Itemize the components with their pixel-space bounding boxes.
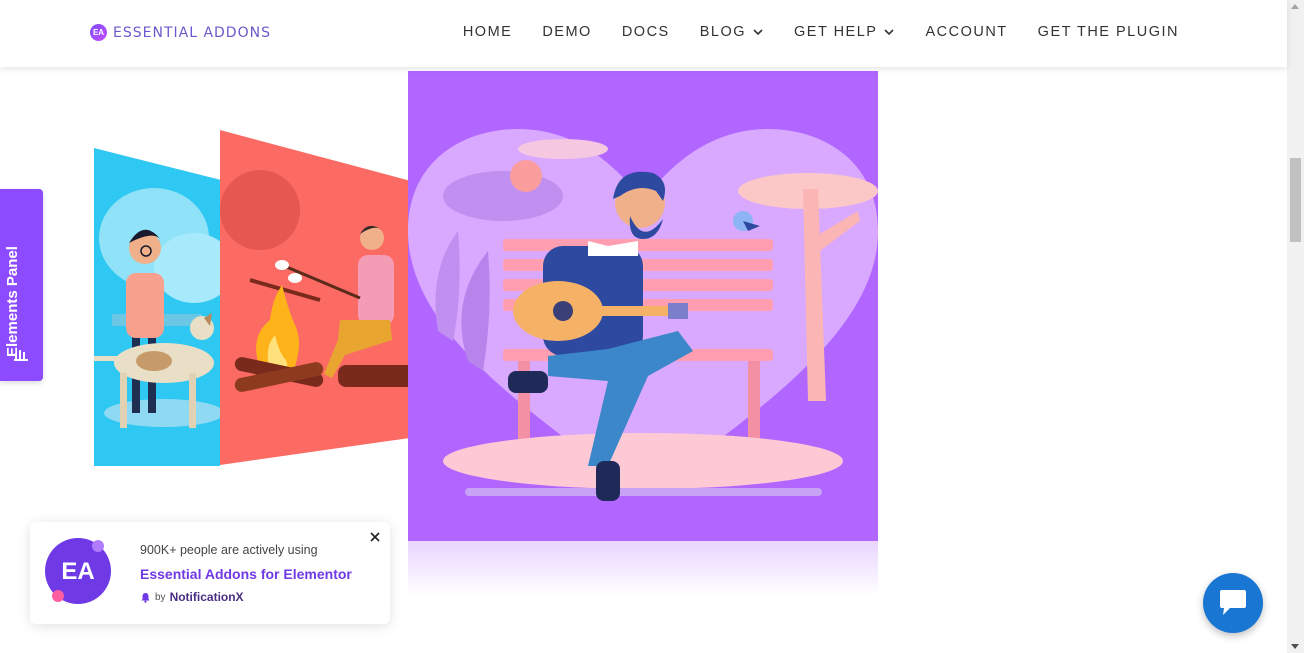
chat-button[interactable] xyxy=(1203,573,1263,633)
site-header: EA ESSENTIAL ADDONS HOME DEMO DOCS BLOG … xyxy=(0,0,1287,67)
notification-by-label: by xyxy=(155,591,166,603)
bell-icon xyxy=(141,592,150,603)
nav-home-label: HOME xyxy=(462,24,513,40)
nav-get-help[interactable]: GET HELP xyxy=(794,24,895,40)
close-icon[interactable] xyxy=(369,531,381,543)
page-scrollbar[interactable] xyxy=(1287,0,1304,653)
logo-badge-icon: EA xyxy=(90,24,107,41)
scroll-down-arrow-icon[interactable] xyxy=(1291,644,1299,649)
elements-panel-label: Elements Panel xyxy=(4,246,21,357)
logo-text: ESSENTIAL ADDONS xyxy=(113,24,271,41)
notification-brand[interactable]: by NotificationX xyxy=(140,590,244,604)
nav-account[interactable]: ACCOUNT xyxy=(925,24,1007,40)
nav-get-help-label: GET HELP xyxy=(794,24,878,40)
nav-home[interactable]: HOME xyxy=(463,24,513,40)
chevron-down-icon xyxy=(753,29,763,36)
bar-chart-icon xyxy=(14,350,28,361)
chevron-down-icon xyxy=(884,29,895,36)
nav-demo-label: DEMO xyxy=(542,24,592,40)
nav-get-plugin[interactable]: GET THE PLUGIN xyxy=(1038,24,1179,40)
scrollbar-thumb[interactable] xyxy=(1290,158,1301,242)
illustration-campfire xyxy=(220,130,408,465)
guitarist-illustration xyxy=(408,129,878,501)
notificationx-brand-label: NotificationX xyxy=(169,590,244,604)
notification-product-link[interactable]: Essential Addons for Elementor xyxy=(140,566,352,582)
nav-docs-label: DOCS xyxy=(621,24,670,40)
scroll-up-arrow-icon[interactable] xyxy=(1291,4,1299,9)
nav-blog-label: BLOG xyxy=(699,24,747,40)
nav-account-label: ACCOUNT xyxy=(925,24,1008,40)
svg-text:EA: EA xyxy=(61,558,94,585)
illustration-guitarist xyxy=(408,71,878,541)
illustration-boy-dog xyxy=(94,148,220,466)
boy-dog-illustration xyxy=(94,188,220,428)
site-logo[interactable]: EA ESSENTIAL ADDONS xyxy=(90,24,271,41)
nav-blog[interactable]: BLOG xyxy=(700,24,764,40)
chat-bubble-icon xyxy=(1220,590,1246,615)
nav-get-plugin-label: GET THE PLUGIN xyxy=(1037,24,1179,40)
campfire-illustration xyxy=(220,170,408,392)
nav-docs[interactable]: DOCS xyxy=(622,24,670,40)
nav-demo[interactable]: DEMO xyxy=(542,24,592,40)
notification-popup[interactable]: EA 900K+ people are actively using Essen… xyxy=(30,522,390,624)
notification-message: 900K+ people are actively using xyxy=(140,543,318,557)
main-nav: HOME DEMO DOCS BLOG GET HELP ACCOUNT GET… xyxy=(463,24,1179,40)
essential-addons-logo-icon: EA xyxy=(45,538,111,604)
elements-panel-tab[interactable]: Elements Panel xyxy=(0,189,43,381)
illustration-reflection xyxy=(408,541,878,596)
